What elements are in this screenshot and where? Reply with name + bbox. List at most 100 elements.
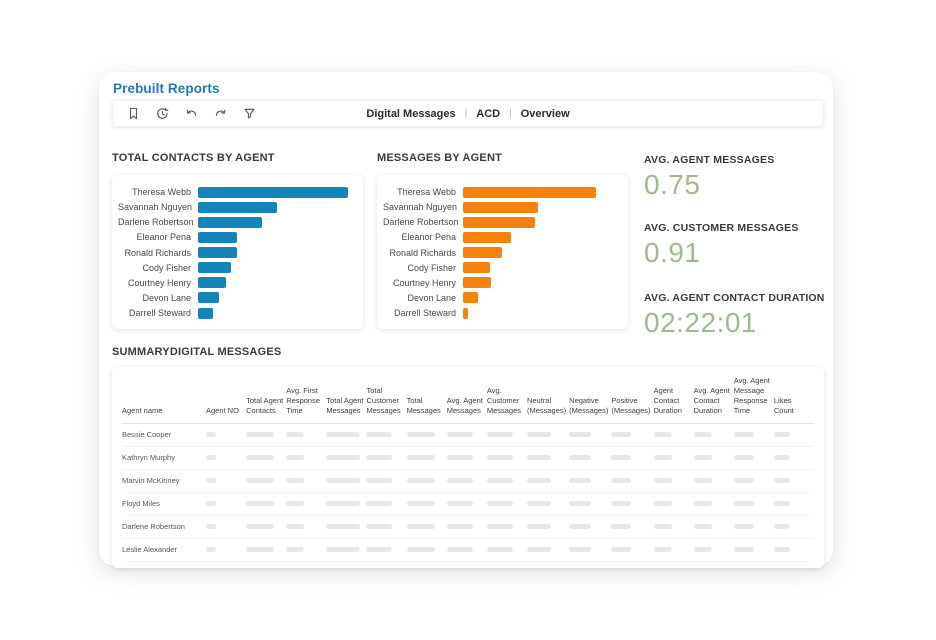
table-row-agent-name: Bessie Cooper — [122, 424, 206, 447]
chart-bar-track — [463, 247, 616, 258]
table-cell — [733, 470, 774, 493]
chart-bar-track — [463, 277, 616, 289]
table-cell — [366, 470, 407, 493]
chart-row: Savannah Nguyen — [383, 200, 616, 214]
chart-bar — [198, 186, 348, 198]
redacted-value-pill — [246, 547, 275, 552]
table-cell — [206, 424, 247, 447]
bookmark-icon[interactable] — [125, 106, 141, 122]
redacted-value-pill — [611, 501, 632, 506]
redacted-value-pill — [246, 432, 275, 437]
redacted-value-pill — [406, 432, 435, 437]
column-header: Agent NO — [206, 369, 247, 424]
table-cell — [486, 516, 527, 539]
page-title: Prebuilt Reports — [113, 81, 220, 96]
messages-chart-section: MESSAGES BY AGENT Theresa Webb Savannah N… — [377, 152, 628, 358]
column-header: Agent name — [122, 369, 206, 424]
tab-digital-messages[interactable]: Digital Messages — [366, 108, 455, 120]
chart-bar-track — [198, 216, 351, 228]
table-cell — [486, 539, 527, 562]
chart-bar — [463, 186, 597, 198]
redacted-value-pill — [286, 501, 305, 506]
chart-row: Cody Fisher — [383, 261, 616, 275]
chart-title: MESSAGES BY AGENT — [377, 152, 503, 164]
history-icon[interactable] — [154, 106, 170, 122]
column-header: Avg. First Response Time — [286, 369, 327, 424]
redacted-value-pill — [526, 547, 551, 552]
redacted-value-pill — [486, 501, 513, 506]
tab-separator: | — [509, 108, 512, 119]
table-cell — [693, 424, 734, 447]
table-cell — [653, 470, 694, 493]
table-cell — [246, 516, 287, 539]
filter-icon[interactable] — [241, 106, 257, 122]
redacted-value-pill — [569, 478, 592, 483]
chart-row: Theresa Webb — [383, 185, 616, 199]
redacted-value-pill — [366, 455, 393, 460]
redacted-value-pill — [446, 432, 473, 437]
chart-bar-track — [198, 201, 351, 213]
undo-icon[interactable] — [183, 106, 199, 122]
redacted-value-pill — [693, 547, 712, 552]
tab-acd[interactable]: ACD — [476, 108, 500, 120]
redo-icon[interactable] — [212, 106, 228, 122]
redacted-value-pill — [206, 455, 216, 460]
chart-bar — [198, 247, 237, 258]
table-cell — [773, 493, 814, 516]
avg-agent-contact-duration-metric: AVG. AGENT CONTACT DURATION 02:22:01 — [644, 292, 825, 339]
table-cell — [569, 424, 612, 447]
chart-row: Darrell Steward — [383, 306, 616, 320]
table-cell — [569, 539, 612, 562]
column-header: Neutral (Messages) — [526, 369, 570, 424]
table-cell — [406, 493, 447, 516]
table-cell — [206, 470, 247, 493]
redacted-value-pill — [486, 524, 513, 529]
table-cell — [326, 539, 367, 562]
prebuilt-reports-panel: Prebuilt Reports Digital Messages | ACD … — [99, 72, 833, 568]
redacted-value-pill — [611, 478, 632, 483]
chart-bar — [463, 201, 538, 213]
chart-category-label: Courtney Henry — [127, 277, 191, 288]
table-row-agent-name: Marvin McKinney — [122, 470, 206, 493]
chart-bar — [463, 307, 469, 319]
redacted-value-pill — [773, 478, 790, 483]
redacted-value-pill — [246, 524, 275, 529]
summary-table-card: Agent name Agent NO Total Agent Contacts Av… — [112, 367, 824, 568]
table-cell — [693, 447, 734, 470]
table-cell — [733, 447, 774, 470]
redacted-value-pill — [611, 547, 632, 552]
redacted-value-pill — [246, 478, 275, 483]
redacted-value-pill — [733, 501, 754, 506]
table-cell — [446, 424, 487, 447]
tab-overview[interactable]: Overview — [521, 108, 570, 120]
table-cell — [611, 424, 654, 447]
chart-row: Cody Fisher — [118, 261, 351, 275]
table-cell — [206, 447, 247, 470]
table-cell — [773, 424, 814, 447]
table-cell — [326, 516, 367, 539]
chart-bar-track — [198, 247, 351, 258]
table-row-agent-name: Kathryn Murphy — [122, 447, 206, 470]
redacted-value-pill — [653, 455, 672, 460]
chart-bar — [463, 277, 491, 289]
messages-by-agent-chart: Theresa Webb Savannah Nguyen Darlene Rober… — [377, 175, 628, 329]
redacted-value-pill — [206, 524, 216, 529]
tab-separator: | — [464, 108, 468, 119]
table-cell — [286, 516, 327, 539]
redacted-value-pill — [526, 432, 551, 437]
column-header: Positive (Messages) — [611, 369, 654, 424]
table-cell — [569, 493, 612, 516]
chart-category-label: Cody Fisher — [407, 262, 456, 273]
chart-row: Darlene Robertson — [383, 215, 616, 229]
redacted-value-pill — [246, 455, 275, 460]
redacted-value-pill — [446, 547, 473, 552]
chart-bar-track — [463, 186, 616, 198]
redacted-value-pill — [206, 501, 216, 506]
table-cell — [366, 516, 407, 539]
table-cell — [526, 493, 570, 516]
redacted-value-pill — [693, 455, 712, 460]
chart-bar — [198, 201, 278, 213]
table-cell — [611, 516, 654, 539]
column-header: Avg. Agent Message Response Time — [733, 369, 774, 424]
report-tabs: Digital Messages | ACD | Overview — [366, 108, 569, 120]
